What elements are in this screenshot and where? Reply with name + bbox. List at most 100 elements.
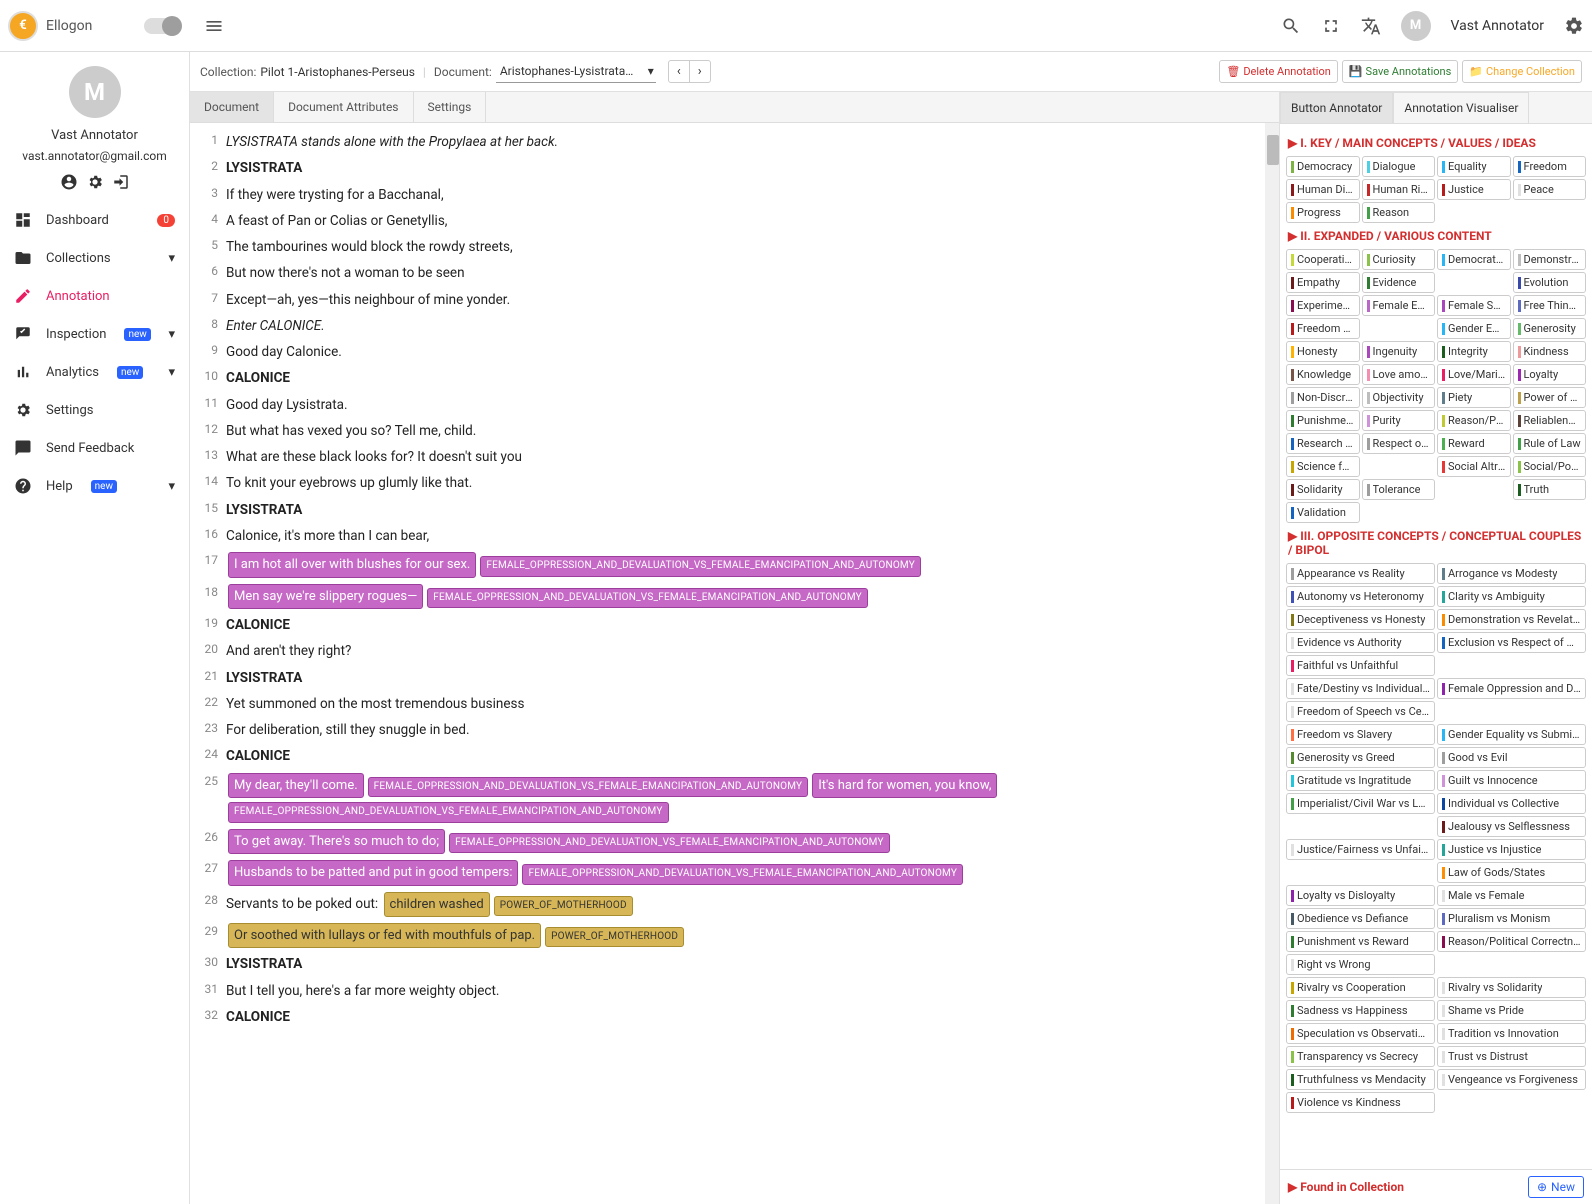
annotation-span[interactable]: I am hot all over with blushes for our s… — [228, 552, 476, 577]
document-select[interactable]: Aristophanes-Lysistrata-Jac... — [496, 60, 656, 83]
tag-button[interactable]: Reliableness — [1513, 410, 1587, 431]
tag-button[interactable]: Kindness — [1513, 341, 1587, 362]
tag-button[interactable]: Evidence vs Authority — [1286, 632, 1435, 653]
tag-button[interactable]: Vengeance vs Forgiveness — [1437, 1069, 1586, 1090]
tag-button[interactable]: Research Fr... — [1286, 433, 1360, 454]
menu-icon[interactable] — [204, 16, 224, 36]
tag-button[interactable]: Love/Marital ... — [1437, 364, 1511, 385]
tag-button[interactable]: Power of Mot... — [1513, 387, 1587, 408]
sidebar-item-annotation[interactable]: Annotation — [0, 277, 189, 315]
tag-button[interactable]: Reason/Poli... — [1437, 410, 1511, 431]
tag-button[interactable]: Punishment — [1286, 410, 1360, 431]
tag-button[interactable]: Knowledge — [1286, 364, 1360, 385]
annotation-span[interactable]: My dear, they'll come. — [228, 773, 364, 798]
tag-button[interactable]: Evolution — [1513, 272, 1587, 293]
tag-button[interactable]: Deceptiveness vs Honesty — [1286, 609, 1435, 630]
tag-button[interactable]: Law of Gods/States — [1437, 862, 1586, 883]
tag-button[interactable]: Science for ... — [1286, 456, 1360, 477]
tag-button[interactable]: Reward — [1437, 433, 1511, 454]
tag-button[interactable]: Freedom of Speech vs Censor... — [1286, 701, 1435, 722]
annotation-span[interactable]: POWER_OF_MOTHERHOOD — [545, 927, 684, 948]
tag-button[interactable]: Arrogance vs Modesty — [1437, 563, 1586, 584]
tag-button[interactable]: Democratic ... and Equality — [1437, 249, 1511, 270]
tag-button[interactable]: Justice/Fairness vs Unfairness/Abuse of … — [1286, 839, 1435, 860]
tag-button[interactable]: Justice vs Injustice — [1437, 839, 1586, 860]
tag-button[interactable]: Right vs Wrong — [1286, 954, 1435, 975]
tag-button[interactable]: Loyalty vs Disloyalty — [1286, 885, 1435, 906]
annotation-span[interactable]: FEMALE_OPPRESSION_AND_DEVALUATION_VS_FEM… — [427, 588, 868, 609]
tag-button[interactable]: Generosity — [1513, 318, 1587, 339]
rp-tab-button-annotator[interactable]: Button Annotator — [1280, 92, 1393, 123]
tag-button[interactable]: Non-Discrim... — [1286, 387, 1360, 408]
change-collection-button[interactable]: 📁 Change Collection — [1462, 60, 1582, 83]
tag-button[interactable]: Punishment vs Reward — [1286, 931, 1435, 952]
tag-button[interactable]: Male vs Female — [1437, 885, 1586, 906]
search-icon[interactable] — [1281, 16, 1301, 36]
tag-button[interactable]: Sadness vs Happiness — [1286, 1000, 1435, 1021]
tag-button[interactable]: Reason — [1362, 202, 1436, 223]
sidebar-item-collections[interactable]: Collections▾ — [0, 239, 189, 277]
tag-button[interactable]: Solidarity — [1286, 479, 1360, 500]
tag-button[interactable]: Rivalry vs Solidarity — [1437, 977, 1586, 998]
tag-button[interactable]: Fate/Destiny vs Individual Law — [1286, 678, 1435, 699]
tag-button[interactable]: Exclusion vs Respect of Minori... and Ma… — [1437, 632, 1586, 653]
tag-button[interactable]: Validation — [1286, 502, 1360, 523]
tab-document-attributes[interactable]: Document Attributes — [274, 92, 413, 122]
tag-button[interactable]: Obedience vs Defiance — [1286, 908, 1435, 929]
annotation-span[interactable]: FEMALE_OPPRESSION_AND_DEVALUATION_VS_FEM… — [480, 556, 921, 577]
annotation-span[interactable]: FEMALE_OPPRESSION_AND_DEVALUATION_VS_FEM… — [228, 802, 669, 823]
tag-button[interactable]: Transparency vs Secrecy — [1286, 1046, 1435, 1067]
tag-button[interactable]: Shame vs Pride — [1437, 1000, 1586, 1021]
tag-button[interactable]: Reason/Political Correctness vs Politica… — [1437, 931, 1586, 952]
tag-button[interactable]: Human Dignity — [1286, 179, 1360, 200]
logout-icon[interactable] — [112, 173, 130, 191]
settings-icon[interactable] — [86, 173, 104, 191]
document-text[interactable]: 1LYSISTRATA stands alone with the Propyl… — [190, 123, 1279, 1204]
tag-button[interactable]: Progress — [1286, 202, 1360, 223]
sidebar-item-dashboard[interactable]: Dashboard0 — [0, 201, 189, 239]
tag-button[interactable]: Faithful vs Unfaithful — [1286, 655, 1435, 676]
sidebar-item-help[interactable]: Helpnew▾ — [0, 467, 189, 505]
gear-icon[interactable] — [1564, 16, 1584, 36]
tag-button[interactable]: Gender Equality vs Submission — [1437, 724, 1586, 745]
tag-button[interactable]: Human Rights — [1362, 179, 1436, 200]
tag-button[interactable]: Appearance vs Reality — [1286, 563, 1435, 584]
tag-button[interactable]: Empathy — [1286, 272, 1360, 293]
tab-settings[interactable]: Settings — [414, 92, 487, 122]
account-icon[interactable] — [60, 173, 78, 191]
annotation-span[interactable]: POWER_OF_MOTHERHOOD — [494, 896, 633, 917]
tag-button[interactable]: Pluralism vs Monism — [1437, 908, 1586, 929]
tag-button[interactable]: Trust vs Distrust — [1437, 1046, 1586, 1067]
sidebar-item-analytics[interactable]: Analyticsnew▾ — [0, 353, 189, 391]
tag-button[interactable]: Love among... — [1362, 364, 1436, 385]
tag-button[interactable]: Truth — [1513, 479, 1587, 500]
tag-button[interactable]: Free Thinking — [1513, 295, 1587, 316]
section-title[interactable]: ▶ I. KEY / MAIN CONCEPTS / VALUES / IDEA… — [1286, 130, 1588, 156]
annotation-span[interactable]: To get away. There's so much to do; — [228, 829, 445, 854]
tag-button[interactable]: Dialogue — [1362, 156, 1436, 177]
annotation-span[interactable]: Or soothed with lullays or fed with mout… — [228, 923, 541, 948]
tag-button[interactable]: Equality — [1437, 156, 1511, 177]
tag-button[interactable]: Demonstration vs Revelation — [1437, 609, 1586, 630]
annotation-span[interactable]: FEMALE_OPPRESSION_AND_DEVALUATION_VS_FEM… — [368, 777, 809, 798]
tag-button[interactable]: Cooperation — [1286, 249, 1360, 270]
tag-button[interactable]: Rule of Law — [1513, 433, 1587, 454]
tag-button[interactable]: Purity — [1362, 410, 1436, 431]
tag-button[interactable]: Guilt vs Innocence — [1437, 770, 1586, 791]
tag-button[interactable]: Social/Politic... — [1513, 456, 1587, 477]
tag-button[interactable]: Peace — [1513, 179, 1587, 200]
tag-button[interactable]: Social Altrui... Self-sacrifice — [1437, 456, 1511, 477]
sidebar-item-settings[interactable]: Settings — [0, 391, 189, 429]
found-in-collection[interactable]: ▶ Found in Collection — [1288, 1180, 1404, 1194]
delete-annotation-button[interactable]: 🗑 Delete Annotation — [1219, 60, 1338, 83]
theme-toggle[interactable] — [144, 18, 180, 34]
tag-button[interactable]: Clarity vs Ambiguity — [1437, 586, 1586, 607]
tag-button[interactable]: Piety — [1437, 387, 1511, 408]
fullscreen-icon[interactable] — [1321, 16, 1341, 36]
tag-button[interactable]: Ingenuity — [1362, 341, 1436, 362]
tag-button[interactable]: Curiosity — [1362, 249, 1436, 270]
tag-button[interactable]: Imperialist/Civil War vs Local and Inter… — [1286, 793, 1435, 814]
tag-button[interactable]: Freedom of ... — [1286, 318, 1360, 339]
tag-button[interactable]: Evidence — [1362, 272, 1436, 293]
tag-button[interactable]: Democracy — [1286, 156, 1360, 177]
